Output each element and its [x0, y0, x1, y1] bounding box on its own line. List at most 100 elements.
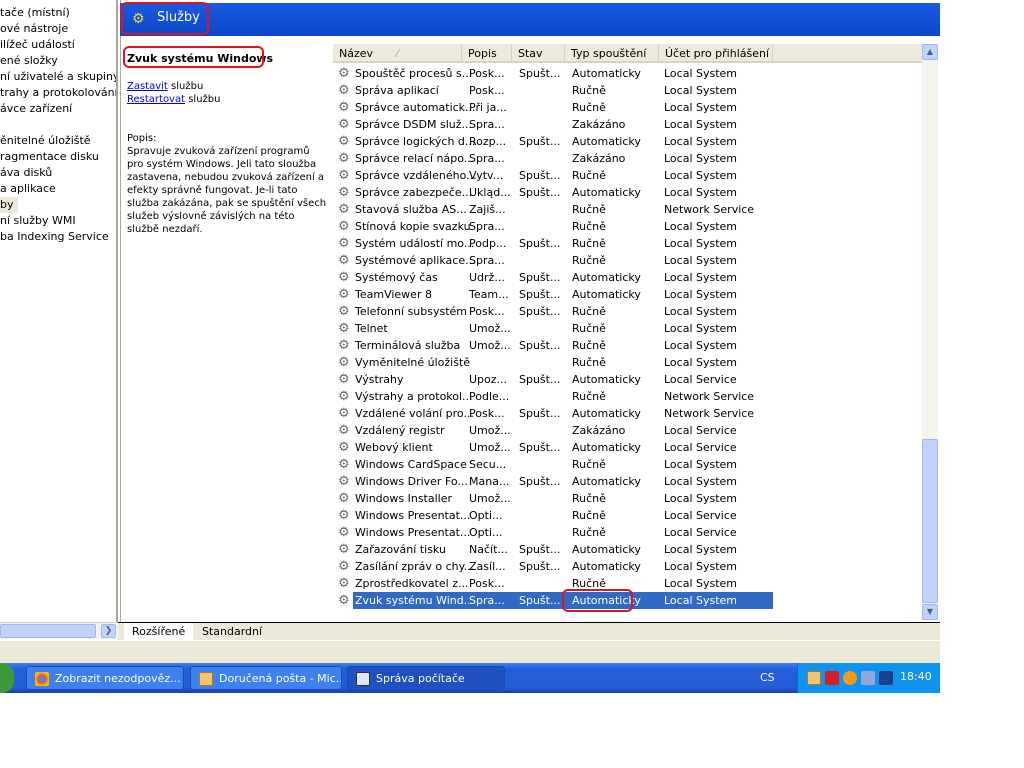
- list-vertical-scrollbar[interactable]: ▲ ▼: [922, 44, 938, 620]
- service-row[interactable]: ⚙ TeamViewer 8 Team... Spušt... Automaticky L…: [333, 286, 773, 303]
- service-row[interactable]: ⚙ Zasílání zpráv o chy... Zasíl... Spušt...…: [333, 558, 773, 575]
- service-gear-icon: ⚙: [338, 83, 350, 98]
- service-status: Spušt...: [519, 271, 561, 284]
- stop-service-link[interactable]: Zastavit: [127, 81, 168, 92]
- service-row[interactable]: ⚙ Telnet Umož... Ručně Local System: [333, 320, 773, 337]
- service-logon-account: Local Service: [664, 441, 737, 454]
- service-gear-icon: ⚙: [338, 576, 350, 591]
- service-row[interactable]: ⚙ Správce automatick... Při ja... Ručně Loca…: [333, 99, 773, 116]
- service-row[interactable]: ⚙ Správce zabezpeče... Ukląd... Spušt... Aut…: [333, 184, 773, 201]
- service-startup-type: Automaticky: [572, 186, 641, 199]
- tree-item[interactable]: ba Indexing Service: [0, 229, 109, 245]
- service-row[interactable]: ⚙ Výstrahy Upoz... Spušt... Automaticky Local…: [333, 371, 773, 388]
- column-header-startup-type[interactable]: Typ spouštění: [565, 44, 659, 63]
- service-row[interactable]: ⚙ Správa aplikací Posk... Ručně Local System: [333, 82, 773, 99]
- column-header-name[interactable]: Název ⁄: [333, 44, 462, 63]
- service-startup-type: Automaticky: [572, 288, 641, 301]
- service-name: Windows Installer: [355, 492, 453, 505]
- service-row[interactable]: ⚙ Windows Presentat... Opti... Ručně Local S…: [333, 524, 773, 541]
- tab-extended[interactable]: Rozšířené: [124, 623, 194, 640]
- service-row[interactable]: ⚙ Výstrahy a protokol... Podle... Ručně Netw…: [333, 388, 773, 405]
- service-name: Zvuk systému Wind...: [355, 592, 475, 609]
- service-row[interactable]: ⚙ Telefonní subsystém Posk... Spušt... Ručně…: [333, 303, 773, 320]
- orange-app-icon[interactable]: [843, 671, 857, 685]
- reminder-icon[interactable]: [807, 671, 821, 685]
- service-row[interactable]: ⚙ Správce relací nápo... Spra... Zakázáno Lo…: [333, 150, 773, 167]
- highlight-annotation: [123, 46, 264, 68]
- service-row[interactable]: ⚙ Správce logických d... Rozp... Spušt... Au…: [333, 133, 773, 150]
- services-list[interactable]: Název ⁄ Popis Stav Typ spouštění Účet pr…: [333, 44, 922, 620]
- tree-item[interactable]: ní služby WMI: [0, 213, 76, 229]
- scroll-up-button[interactable]: ▲: [922, 44, 938, 60]
- tree-item[interactable]: trahy a protokolování vý: [0, 85, 116, 101]
- service-row[interactable]: ⚙ Systém událostí mo... Podp... Spušt... Ruč…: [333, 235, 773, 252]
- column-header-logon-account[interactable]: Účet pro přihlášení: [659, 44, 773, 63]
- service-row[interactable]: ⚙ Windows CardSpace Secu... Ručně Local Syst…: [333, 456, 773, 473]
- restart-service-link[interactable]: Restartovat: [127, 94, 185, 105]
- service-row[interactable]: ⚙ Windows Presentat... Opti... Ručně Local S…: [333, 507, 773, 524]
- tree-item[interactable]: ené složky: [0, 53, 58, 69]
- service-row[interactable]: ⚙ Windows Installer Umož... Ručně Local Syst…: [333, 490, 773, 507]
- service-row[interactable]: ⚙ Stínová kopie svazku Spra... Ručně Local S…: [333, 218, 773, 235]
- m-app-icon[interactable]: [879, 671, 893, 685]
- tree-item[interactable]: áva disků: [0, 165, 52, 181]
- tab-standard[interactable]: Standardní: [194, 623, 270, 640]
- tree-item[interactable]: ní uživatelé a skupiny: [0, 69, 116, 85]
- service-gear-icon: ⚙: [338, 440, 350, 455]
- service-gear-icon: ⚙: [338, 168, 350, 183]
- service-description: Spra...: [469, 118, 505, 131]
- service-description: Posk...: [469, 84, 505, 97]
- service-row[interactable]: ⚙ Spouštěč procesů s... Posk... Spušt... Aut…: [333, 65, 773, 82]
- taskbar-item-computer-management[interactable]: Správa počítače: [347, 666, 505, 690]
- service-row[interactable]: ⚙ Windows Driver Fo... Mana... Spušt... Auto…: [333, 473, 773, 490]
- scroll-thumb[interactable]: [0, 624, 96, 638]
- service-row[interactable]: ⚙ Vzdálené volání pro... Posk... Spušt... Au…: [333, 405, 773, 422]
- service-description: Rozp...: [469, 135, 507, 148]
- scroll-down-button[interactable]: ▼: [922, 604, 938, 620]
- service-startup-type: Automaticky: [572, 475, 641, 488]
- service-row[interactable]: ⚙ Správce DSDM služ... Spra... Zakázáno Loca…: [333, 116, 773, 133]
- service-name: Výstrahy a protokol...: [355, 390, 473, 403]
- c-app-icon[interactable]: [825, 671, 839, 685]
- service-startup-type: Ručně: [572, 390, 606, 403]
- scroll-right-button[interactable]: ❯: [101, 624, 116, 638]
- service-logon-account: Local System: [664, 592, 738, 609]
- taskbar-item-outlook[interactable]: Doručená pošta - Mic...: [190, 666, 342, 690]
- service-gear-icon: ⚙: [338, 117, 350, 132]
- service-row[interactable]: ⚙ Stavová služba AS... Zajiš... Ručně Networ…: [333, 201, 773, 218]
- console-tree[interactable]: tače (místní) ové nástroje ilížeč událostí…: [0, 0, 118, 622]
- tree-item[interactable]: tače (místní): [0, 5, 70, 21]
- service-gear-icon: ⚙: [338, 508, 350, 523]
- tree-item[interactable]: ové nástroje: [0, 21, 68, 37]
- service-gear-icon: ⚙: [338, 270, 350, 285]
- tree-item[interactable]: by: [0, 197, 18, 213]
- service-row[interactable]: ⚙ Webový klient Umož... Spušt... Automaticky…: [333, 439, 773, 456]
- network-icon[interactable]: [861, 671, 875, 685]
- service-logon-account: Local System: [664, 67, 738, 80]
- service-row[interactable]: ⚙ Správce vzdáleného... Vytv... Spušt... Ruč…: [333, 167, 773, 184]
- scroll-thumb[interactable]: [922, 439, 938, 603]
- tree-horizontal-scrollbar[interactable]: ❯: [0, 622, 118, 639]
- service-logon-account: Local System: [664, 169, 738, 182]
- service-gear-icon: ⚙: [338, 355, 350, 370]
- service-logon-account: Network Service: [664, 203, 755, 216]
- service-row[interactable]: ⚙ Zprostředkovatel z... Posk... Ručně Local …: [333, 575, 773, 592]
- language-indicator[interactable]: CS: [760, 671, 775, 684]
- tree-item[interactable]: ávce zařízení: [0, 101, 72, 117]
- service-row[interactable]: ⚙ Vzdálený registr Umož... Zakázáno Local Se…: [333, 422, 773, 439]
- service-startup-type: Automaticky: [572, 271, 641, 284]
- service-logon-account: Local System: [664, 560, 738, 573]
- tree-item[interactable]: ragmentace disku: [0, 149, 99, 165]
- service-status: Spušt...: [519, 135, 561, 148]
- column-header-description[interactable]: Popis: [462, 44, 512, 63]
- tree-item[interactable]: ilížeč událostí: [0, 37, 75, 53]
- tree-item[interactable]: ěnitelné úložiště: [0, 133, 91, 149]
- service-row[interactable]: ⚙ Terminálová služba Umož... Spušt... Ručně L…: [333, 337, 773, 354]
- service-row[interactable]: ⚙ Vyměnitelné úložiště Ručně Local System: [333, 354, 773, 371]
- taskbar-item-chrome[interactable]: Zobrazit nezodpověz...: [26, 666, 184, 690]
- column-header-status[interactable]: Stav: [512, 44, 565, 63]
- service-row[interactable]: ⚙ Zařazování tisku Načít... Spušt... Automat…: [333, 541, 773, 558]
- service-row[interactable]: ⚙ Systémový čas Udrž... Spušt... Automaticky…: [333, 269, 773, 286]
- service-row[interactable]: ⚙ Systémové aplikace... Spra... Ručně Local …: [333, 252, 773, 269]
- tree-item[interactable]: a aplikace: [0, 181, 56, 197]
